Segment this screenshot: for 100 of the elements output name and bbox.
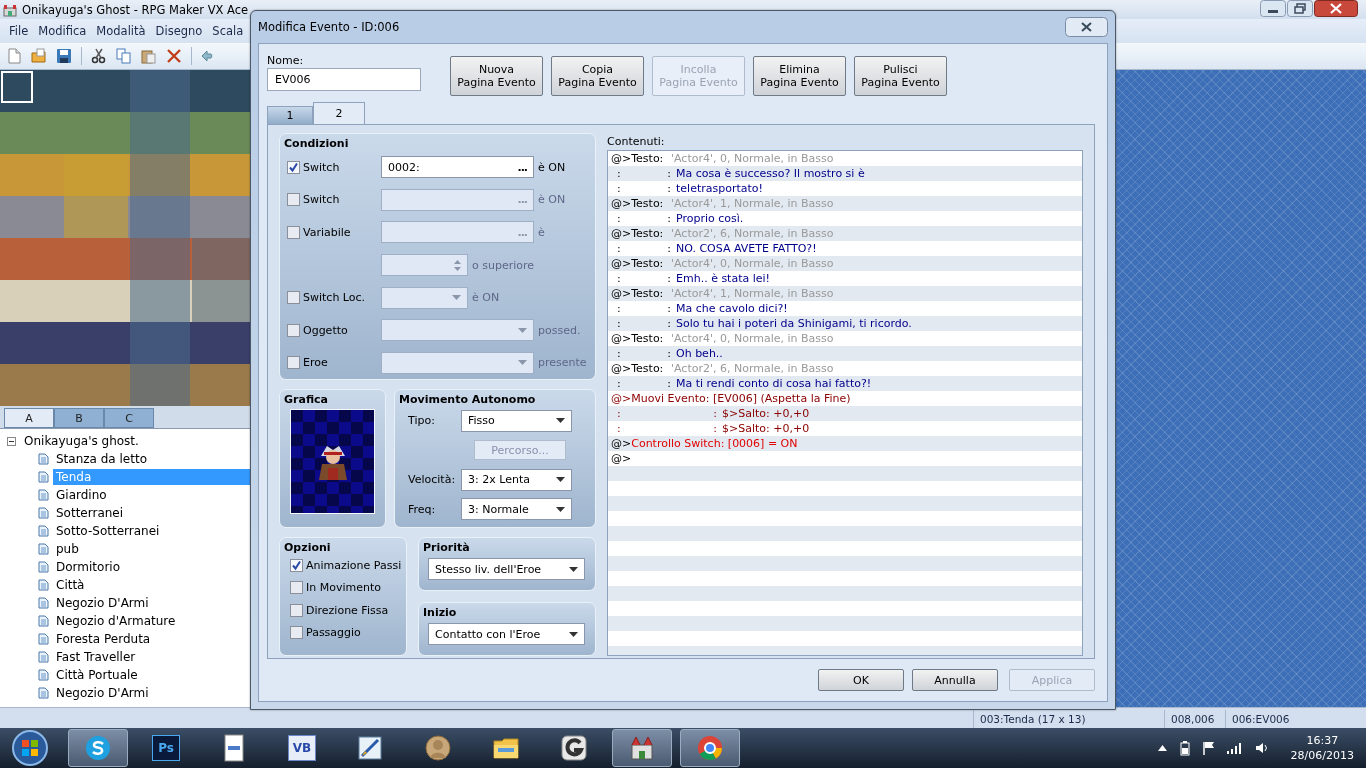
tree-item[interactable]: pub — [53, 541, 82, 557]
menu-item[interactable]: Scala — [207, 24, 249, 38]
save-icon[interactable] — [56, 48, 72, 64]
checkbox[interactable] — [287, 226, 300, 239]
speaker-icon[interactable] — [1254, 742, 1269, 754]
dropdown[interactable]: Stesso liv. dell'Eroe — [428, 558, 585, 580]
command-line[interactable]: : : Oh beh.. — [609, 346, 1081, 361]
checkbox[interactable] — [287, 160, 300, 174]
menu-item[interactable]: File — [4, 24, 34, 38]
tree-item[interactable]: Giardino — [53, 487, 110, 503]
checkbox-label[interactable]: Passaggio — [306, 626, 361, 640]
command-line[interactable]: : : Ma che cavolo dici?! — [609, 301, 1081, 316]
tree-item[interactable]: Fast Traveller — [53, 649, 139, 665]
checkbox[interactable] — [290, 558, 303, 572]
command-line[interactable]: : : $>Salto: +0,+0 — [609, 406, 1081, 421]
checkbox-label[interactable]: Oggetto — [303, 323, 348, 337]
checkbox[interactable] — [287, 356, 300, 370]
tree-item[interactable]: Dormitorio — [53, 559, 123, 575]
dropdown[interactable]: Contatto con l'Eroe — [428, 623, 585, 645]
switch-field[interactable]: 0002: ... — [381, 156, 534, 179]
command-line[interactable]: : : NO. COSA AVETE FATTO?! — [609, 241, 1081, 256]
command-line[interactable]: : : Proprio così. — [609, 211, 1081, 226]
tree-item[interactable]: Stanza da letto — [53, 451, 150, 467]
folder-icon[interactable] — [31, 48, 47, 64]
menu-item[interactable]: Modifica — [33, 24, 92, 38]
name-field[interactable]: EV006 — [267, 68, 421, 91]
menu-item[interactable]: Modalità — [91, 24, 151, 38]
checkbox-label[interactable]: Switch — [303, 160, 340, 174]
tree-item[interactable]: Onikayuga's ghost. — [21, 433, 142, 449]
scissors-icon[interactable] — [91, 48, 107, 64]
copy-icon[interactable] — [116, 48, 132, 64]
command-line[interactable]: : : teletrasportato! — [609, 181, 1081, 196]
checkbox[interactable] — [287, 193, 300, 207]
page-tab[interactable]: 2 — [313, 102, 365, 124]
checkbox-label[interactable]: Animazione Passi — [306, 558, 402, 572]
tree-item[interactable]: Negozio D'Armi — [53, 685, 152, 701]
taskbar-button[interactable]: VB — [272, 729, 332, 767]
command-line[interactable]: @>Testo: 'Actor4', 0, Normale, in Basso — [609, 151, 1081, 166]
minimize-icon[interactable] — [1260, 0, 1286, 17]
checkbox[interactable] — [287, 323, 300, 337]
tree-item[interactable]: Città — [53, 577, 88, 593]
tree-item[interactable]: Foresta Perduta — [53, 631, 154, 647]
close-icon[interactable] — [1065, 17, 1108, 37]
tileset-tab[interactable]: B — [54, 408, 104, 428]
tileset-tab[interactable]: A — [4, 408, 54, 428]
tree-item[interactable]: Negozio D'Armi — [53, 595, 152, 611]
command-line[interactable]: : : Emh.. è stata lei! — [609, 271, 1081, 286]
flag-icon[interactable] — [1202, 741, 1215, 755]
command-line[interactable]: : : Solo tu hai i poteri da Shinigami, ti ricordo. — [609, 316, 1081, 331]
delete-icon[interactable] — [166, 48, 182, 64]
paste-icon[interactable] — [141, 48, 157, 64]
page-button[interactable]: Pulisci Pagina Evento — [854, 56, 947, 96]
checkbox[interactable] — [290, 581, 303, 595]
tileset-tab[interactable]: C — [104, 408, 154, 428]
caret-icon[interactable] — [1157, 745, 1167, 751]
menu-item[interactable]: Disegno — [150, 24, 208, 38]
command-line[interactable]: @>Testo: 'Actor2', 6, Normale, in Basso — [609, 361, 1081, 376]
checkbox-label[interactable]: In Movimento — [306, 581, 381, 595]
collapse-icon[interactable] — [7, 436, 16, 446]
dropdown[interactable]: 3: Normale — [461, 498, 572, 521]
dropdown[interactable]: Fisso — [461, 409, 572, 432]
dropdown[interactable]: 3: 2x Lenta — [461, 468, 572, 491]
taskbar-button[interactable]: Ps — [136, 729, 196, 767]
battery-icon[interactable] — [1178, 740, 1191, 756]
command-line[interactable]: @> — [609, 451, 1081, 466]
checkbox[interactable] — [290, 626, 303, 640]
command-line[interactable]: : : Ma cosa è successo? Il mostro si è — [609, 166, 1081, 181]
tree-item[interactable]: Città Portuale — [53, 667, 141, 683]
checkbox-label[interactable]: Direzione Fissa — [306, 603, 389, 617]
command-line[interactable]: @>Muovi Evento: [EV006] (Aspetta la Fine) — [609, 391, 1081, 406]
command-line[interactable]: @>Testo: 'Actor4', 0, Normale, in Basso — [609, 256, 1081, 271]
tree-item[interactable]: Negozio d'Armature — [53, 613, 179, 629]
checkbox[interactable] — [290, 603, 303, 617]
command-line[interactable]: @>Testo: 'Actor2', 6, Normale, in Basso — [609, 226, 1081, 241]
clock-date[interactable]: 28/06/2013 — [1290, 748, 1354, 763]
checkbox-label[interactable]: Switch Loc. — [303, 291, 366, 305]
tree-item[interactable]: Sotto-Sotterranei — [53, 523, 163, 539]
dialog-button[interactable]: OK — [818, 669, 904, 691]
page-button[interactable]: Elimina Pagina Evento — [753, 56, 846, 96]
tree-item[interactable]: Sotterranei — [53, 505, 127, 521]
clock-time[interactable]: 16:37 — [1306, 733, 1339, 748]
taskbar-button[interactable] — [68, 729, 128, 767]
page-tab[interactable]: 1 — [267, 106, 313, 124]
start-button[interactable] — [10, 728, 50, 768]
page-button[interactable]: Nuova Pagina Evento — [450, 56, 543, 96]
restore-icon[interactable] — [1287, 0, 1313, 17]
checkbox-label[interactable]: Eroe — [303, 356, 328, 370]
signal-icon[interactable] — [1226, 742, 1243, 754]
checkbox[interactable] — [287, 291, 300, 305]
close-icon[interactable] — [1314, 0, 1358, 17]
command-line[interactable]: : : Ma ti rendi conto di cosa hai fatto?! — [609, 376, 1081, 391]
checkbox-label[interactable]: Switch — [303, 193, 340, 207]
checkbox-label[interactable]: Variabile — [303, 226, 351, 239]
command-line[interactable]: : : $>Salto: +0,+0 — [609, 421, 1081, 436]
command-line[interactable]: @>Controllo Switch: [0006] = ON — [609, 436, 1081, 451]
page-button[interactable]: Copia Pagina Evento — [551, 56, 644, 96]
command-line[interactable]: @>Testo: 'Actor4', 1, Normale, in Basso — [609, 196, 1081, 211]
command-line[interactable]: @>Testo: 'Actor4', 0, Normale, in Basso — [609, 331, 1081, 346]
command-line[interactable]: @>Testo: 'Actor4', 1, Normale, in Basso — [609, 286, 1081, 301]
dialog-button[interactable]: Annulla — [912, 669, 998, 691]
